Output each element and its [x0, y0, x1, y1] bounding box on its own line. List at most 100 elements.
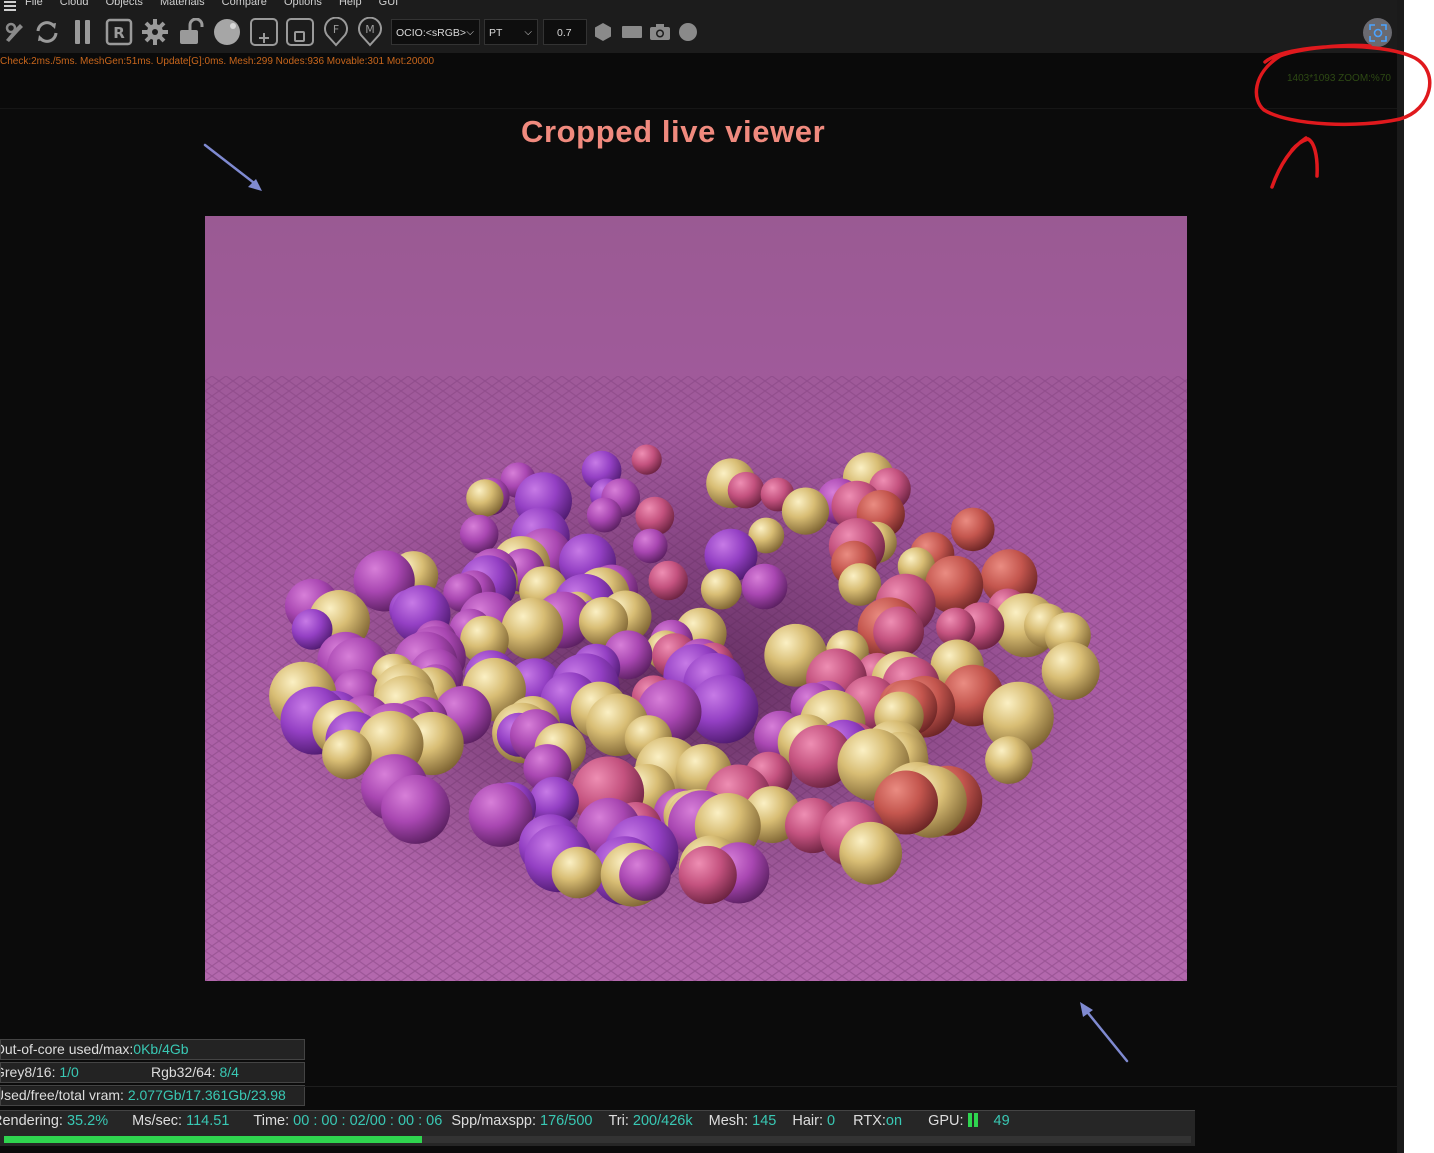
grey-value: 1/0: [59, 1064, 79, 1080]
sphere: [381, 774, 451, 844]
render-progress-bar: [4, 1136, 1191, 1143]
sphere: [322, 729, 372, 780]
annotation-title: Cropped live viewer: [521, 114, 826, 149]
chevron-down-icon: ⌵: [466, 27, 474, 38]
spp-label: Spp/maxspp:: [451, 1113, 541, 1129]
rtx-label: RTX:: [853, 1113, 886, 1129]
sphere: [727, 471, 765, 509]
cube-icon[interactable]: [592, 18, 614, 46]
sphere: [951, 507, 995, 552]
camera-icon[interactable]: [648, 18, 672, 46]
menu-bar: File Cloud Objects Materials Compare Opt…: [0, 0, 1397, 11]
grey-label: Grey8/16:: [0, 1064, 60, 1080]
resolution-zoom-readout: 1403*1093 ZOOM:%70: [1287, 73, 1391, 84]
sphere: [781, 487, 830, 535]
sphere: [678, 845, 737, 905]
render-status-bar: Rendering: 35.2% Ms/sec: 114.51 Time: 00…: [0, 1110, 1195, 1146]
hair-label: Hair:: [792, 1113, 828, 1129]
menu-file[interactable]: File: [25, 0, 43, 8]
rgb-label: Rgb32/64:: [151, 1064, 220, 1080]
out-of-core-stat: Out-of-core used/max:0Kb/4Gb: [0, 1039, 305, 1060]
vram-value: 2.077Gb/17.361Gb/23.98: [127, 1087, 286, 1103]
viewer-info-area: Check:2ms./5ms. MeshGen:51ms. Update[G]:…: [0, 53, 1397, 109]
sphere: [741, 563, 788, 610]
time-value: 00 : 00 : 02/00 : 00 : 06: [293, 1113, 443, 1129]
menu-gui[interactable]: GUI: [379, 0, 399, 8]
mesh-label: Mesh:: [708, 1113, 753, 1129]
divider: [0, 1086, 1397, 1087]
tools-icon[interactable]: [2, 18, 26, 46]
kernel-select[interactable]: PT ⌵: [484, 19, 538, 45]
ms-sec-label: Ms/sec:: [132, 1113, 187, 1129]
vram-stat: Used/free/total vram: 2.077Gb/17.361Gb/2…: [0, 1085, 305, 1106]
menu-materials[interactable]: Materials: [160, 0, 205, 8]
tri-label: Tri:: [608, 1113, 633, 1129]
out-of-core-label: Out-of-core used/max:: [0, 1041, 134, 1057]
material-ball-icon[interactable]: [211, 18, 243, 46]
svg-text:R: R: [113, 24, 125, 42]
sphere: [700, 568, 742, 610]
hamburger-menu-icon[interactable]: [4, 0, 16, 11]
ocio-select[interactable]: OCIO:<sRGB> ⌵: [391, 19, 480, 45]
ocio-select-value: OCIO:<sRGB>: [396, 27, 467, 39]
sphere: [1041, 642, 1100, 700]
focus-picker-icon[interactable]: [284, 18, 316, 46]
rgb-value: 8/4: [219, 1064, 239, 1080]
sphere: [586, 497, 622, 533]
menu-compare[interactable]: Compare: [222, 0, 267, 8]
spp-value: 176/500: [540, 1113, 593, 1129]
rendering-label: Rendering:: [0, 1113, 63, 1129]
refresh-icon[interactable]: [32, 18, 62, 46]
render-progress-fill: [4, 1136, 422, 1143]
material-picker-icon[interactable]: M: [356, 17, 384, 47]
sphere: [551, 846, 604, 899]
lock-open-icon[interactable]: [177, 18, 205, 46]
menu-objects[interactable]: Objects: [106, 0, 143, 8]
time-label: Time:: [253, 1113, 294, 1129]
out-of-core-value: 0Kb/4Gb: [133, 1041, 189, 1057]
sphere: [459, 514, 499, 554]
rendering-value: 35.2%: [66, 1113, 109, 1129]
kernel-select-value: PT: [489, 27, 503, 39]
svg-text:M: M: [365, 23, 375, 36]
sphere: [466, 479, 504, 517]
vram-label: Used/free/total vram:: [0, 1087, 128, 1103]
render-image[interactable]: [205, 216, 1187, 981]
performance-status-text: Check:2ms./5ms. MeshGen:51ms. Update[G]:…: [0, 56, 435, 67]
menu-options[interactable]: Options: [284, 0, 322, 8]
gpu-value: 49: [993, 1113, 1010, 1129]
mesh-value: 145: [752, 1113, 777, 1129]
exposure-value: 0.7: [557, 27, 572, 39]
texture-count-stat: Grey8/16: 1/0 Rgb32/64: 8/4: [0, 1062, 305, 1083]
sphere: [873, 606, 924, 658]
sphere: [985, 736, 1033, 784]
menu-help[interactable]: Help: [339, 0, 362, 8]
window-border: [1397, 0, 1404, 1153]
film-icon[interactable]: F: [322, 17, 350, 47]
render-viewer-window: File Cloud Objects Materials Compare Opt…: [0, 0, 1404, 1153]
rectangle-icon[interactable]: [620, 18, 644, 46]
sphere: [633, 528, 668, 564]
menu-cloud[interactable]: Cloud: [60, 0, 89, 8]
ms-sec-value: 114.51: [186, 1113, 230, 1129]
exposure-input[interactable]: 0.7: [543, 19, 587, 45]
circle-icon[interactable]: [677, 18, 699, 46]
settings-gear-icon[interactable]: [140, 18, 170, 46]
add-region-icon[interactable]: [248, 18, 280, 46]
sphere: [648, 560, 688, 601]
pause-icon[interactable]: [71, 18, 95, 46]
sphere: [619, 849, 671, 901]
toolbar: R F M OCIO:<sRGB> ⌵ PT ⌵ 0.7: [0, 11, 1397, 53]
chevron-down-icon: ⌵: [524, 27, 532, 38]
hair-value: 0: [827, 1113, 836, 1129]
focus-icon[interactable]: [1363, 18, 1392, 47]
sphere: [839, 821, 903, 885]
sphere: [501, 597, 564, 660]
rtx-value: on: [885, 1113, 903, 1129]
gpu-label: GPU:: [928, 1113, 964, 1129]
tri-value: 200/426k: [632, 1113, 693, 1129]
sphere: [838, 563, 882, 606]
svg-text:F: F: [333, 23, 339, 36]
sphere: [631, 444, 662, 475]
region-icon[interactable]: R: [104, 18, 134, 46]
